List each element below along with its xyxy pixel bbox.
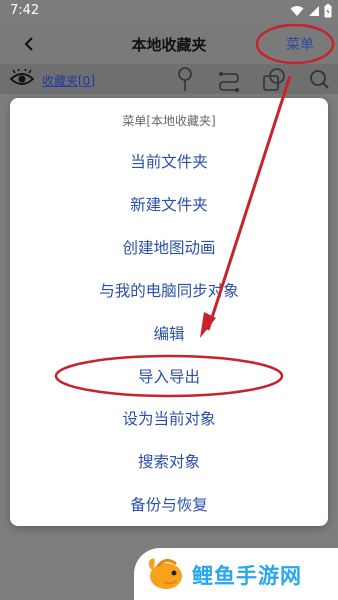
wifi-icon (290, 6, 304, 16)
favorites-link[interactable]: 收藏夹[0] (42, 72, 95, 89)
title-bar: 本地收藏夹 菜单 (0, 24, 338, 64)
signal-icon (309, 6, 319, 16)
battery-icon (324, 4, 332, 18)
menu-item-search-object[interactable]: 搜索对象 (10, 450, 328, 472)
route-icon[interactable] (218, 66, 240, 92)
location-pin-icon[interactable] (174, 66, 196, 92)
menu-item-create-map-animation[interactable]: 创建地图动画 (10, 236, 328, 258)
menu-item-new-folder[interactable]: 新建文件夹 (10, 193, 328, 215)
menu-item-sync-with-pc[interactable]: 与我的电脑同步对象 (10, 279, 328, 301)
status-bar: 7:42 (0, 0, 338, 24)
dialog-title: 菜单[本地收藏夹] (122, 114, 216, 128)
menu-button[interactable]: 菜单 (286, 34, 314, 54)
menu-dialog: 菜单[本地收藏夹] 当前文件夹 新建文件夹 创建地图动画 与我的电脑同步对象 编… (10, 98, 328, 526)
menu-item-current-folder[interactable]: 当前文件夹 (10, 150, 328, 172)
menu-item-import-export[interactable]: 导入导出 (10, 365, 328, 387)
watermark-text: 鲤鱼手游网 (192, 564, 302, 588)
status-icons (290, 4, 332, 18)
eye-icon[interactable] (10, 69, 34, 89)
menu-item-set-current-object[interactable]: 设为当前对象 (10, 407, 328, 429)
toolbar: 收藏夹[0] (0, 64, 338, 94)
toolbar-icons (174, 66, 330, 92)
layers-icon[interactable] (262, 66, 286, 92)
menu-item-backup-restore[interactable]: 备份与恢复 (10, 493, 328, 515)
menu-item-edit[interactable]: 编辑 (10, 322, 328, 344)
status-time: 7:42 (10, 3, 40, 18)
fish-logo-icon (148, 558, 182, 589)
watermark: 鲤鱼手游网 (134, 548, 338, 600)
search-icon[interactable] (308, 66, 330, 92)
